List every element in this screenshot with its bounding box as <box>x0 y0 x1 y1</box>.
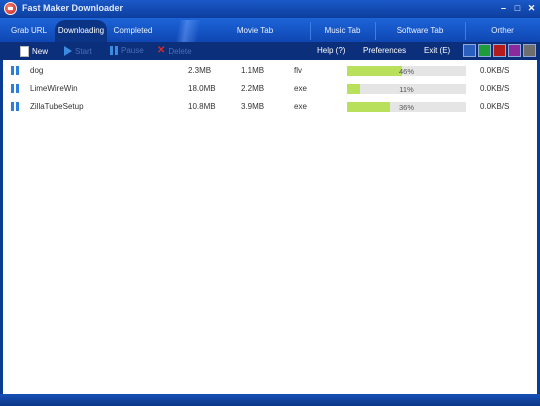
pause-icon <box>110 46 118 55</box>
progress-label: 36% <box>398 103 414 112</box>
new-label: New <box>32 47 49 56</box>
pause-label: Pause <box>121 46 144 55</box>
file-name: ZillaTubeSetup <box>30 102 84 111</box>
download-list: dog 2.3MB 1.1MB flv 46% 0.0KB/S LimeWire… <box>3 60 537 394</box>
download-row[interactable]: dog 2.3MB 1.1MB flv 46% 0.0KB/S <box>3 62 537 80</box>
tab-software[interactable]: Software Tab <box>375 20 465 42</box>
new-button[interactable]: New <box>20 46 48 57</box>
close-button[interactable]: ✕ <box>526 3 537 14</box>
play-icon <box>64 46 72 56</box>
window-title: Fast Maker Downloader <box>22 3 124 13</box>
skin-swatch[interactable] <box>508 44 521 57</box>
progress-bar: 36% <box>347 102 466 112</box>
tab-completed[interactable]: Completed <box>108 20 158 42</box>
file-name: dog <box>30 66 44 75</box>
skin-swatch[interactable] <box>523 44 536 57</box>
file-type: flv <box>294 66 302 75</box>
progress-label: 11% <box>399 85 414 94</box>
paused-icon <box>11 84 19 93</box>
progress-bar: 11% <box>347 84 466 94</box>
window-controls: – □ ✕ <box>498 3 537 14</box>
skin-selector <box>463 44 536 57</box>
downloaded-size: 3.9MB <box>241 102 265 111</box>
toolbar: New Start Pause ✕ Delete Help (?) Prefer… <box>0 42 540 60</box>
skin-swatch[interactable] <box>463 44 476 57</box>
download-speed: 0.0KB/S <box>480 84 510 93</box>
downloaded-size: 2.2MB <box>241 84 265 93</box>
tab-movie[interactable]: Movie Tab <box>200 20 310 42</box>
download-row[interactable]: ZillaTubeSetup 10.8MB 3.9MB exe 36% 0.0K… <box>3 98 537 116</box>
pause-button[interactable]: Pause <box>110 46 144 55</box>
start-button[interactable]: Start <box>64 46 92 56</box>
file-size: 10.8MB <box>188 102 216 111</box>
exit-button[interactable]: Exit (E) <box>424 46 450 55</box>
tab-bar: Grab URL Downloading Completed Movie Tab… <box>0 18 540 42</box>
file-size: 18.0MB <box>188 84 216 93</box>
preferences-button[interactable]: Preferences <box>363 46 406 55</box>
app-logo-icon <box>4 2 17 15</box>
file-name: LimeWireWin <box>30 84 78 93</box>
status-bar <box>0 394 540 406</box>
app-window: Fast Maker Downloader – □ ✕ Grab URL Dow… <box>0 0 540 406</box>
skin-swatch[interactable] <box>478 44 491 57</box>
tab-music[interactable]: Music Tab <box>310 20 375 42</box>
maximize-button[interactable]: □ <box>512 3 523 14</box>
skin-swatch[interactable] <box>493 44 506 57</box>
delete-button[interactable]: ✕ Delete <box>157 46 192 56</box>
downloaded-size: 1.1MB <box>241 66 265 75</box>
start-label: Start <box>75 46 92 56</box>
download-speed: 0.0KB/S <box>480 66 510 75</box>
tab-grab-url[interactable]: Grab URL <box>4 20 54 42</box>
progress-bar: 46% <box>347 66 466 76</box>
minimize-button[interactable]: – <box>498 3 509 14</box>
delete-icon: ✕ <box>157 45 166 56</box>
download-row[interactable]: LimeWireWin 18.0MB 2.2MB exe 11% 0.0KB/S <box>3 80 537 98</box>
file-type: exe <box>294 102 307 111</box>
help-button[interactable]: Help (?) <box>317 46 345 55</box>
file-size: 2.3MB <box>188 66 212 75</box>
title-bar[interactable]: Fast Maker Downloader – □ ✕ <box>0 0 540 18</box>
paused-icon <box>11 102 19 111</box>
download-speed: 0.0KB/S <box>480 102 510 111</box>
paused-icon <box>11 66 19 75</box>
delete-label: Delete <box>168 46 192 56</box>
progress-label: 46% <box>398 67 414 76</box>
new-file-icon <box>20 46 29 57</box>
tab-other[interactable]: Orther <box>465 20 540 42</box>
file-type: exe <box>294 84 307 93</box>
tab-downloading[interactable]: Downloading <box>55 20 107 42</box>
